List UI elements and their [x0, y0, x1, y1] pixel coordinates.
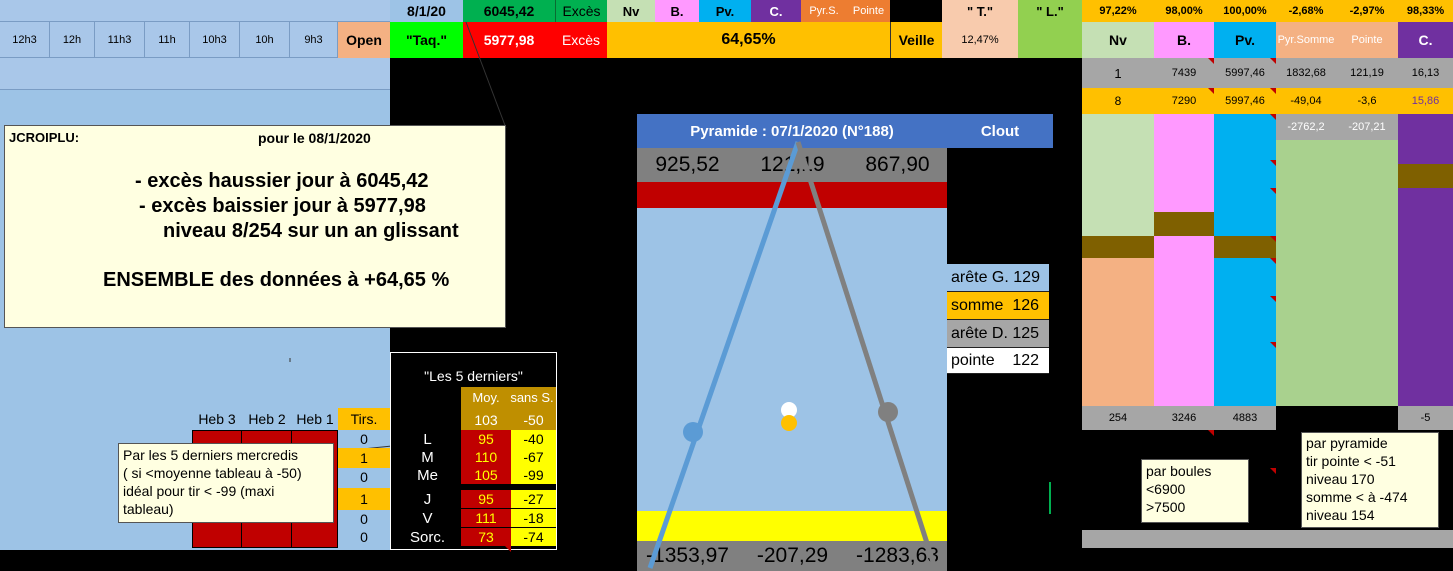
last5-day-label: J: [423, 490, 432, 508]
tirs-value[interactable]: 0: [338, 468, 390, 486]
last5-sans-value[interactable]: -67: [511, 448, 556, 466]
comment-indicator: [1270, 188, 1276, 194]
comment-main-date: pour le 08/1/2020: [258, 130, 371, 146]
last5-sans-value[interactable]: -27: [511, 490, 556, 508]
last5-sans-value[interactable]: -18: [511, 509, 556, 527]
comment-indicator: [1270, 58, 1276, 64]
last5-day-label: Me: [417, 466, 438, 484]
left-edge-ball: [683, 422, 703, 442]
legend-arete-d-label: arête D.: [951, 324, 1008, 342]
last5-title: "Les 5 derniers": [424, 368, 523, 384]
comment-indicator: [1270, 88, 1276, 94]
comment-indicator: [505, 490, 511, 496]
comment-indicator: [1270, 296, 1276, 302]
comment-pyramide-line2: tir pointe < -51: [1306, 453, 1396, 469]
comment-indicator: [1270, 114, 1276, 120]
comment-main-line3: niveau 8/254 sur un an glissant: [163, 220, 459, 242]
comment-arrow-line: [465, 21, 507, 129]
tirs-value[interactable]: 1: [338, 488, 390, 510]
comment-indicator: [1270, 258, 1276, 264]
comment-indicator: [1270, 342, 1276, 348]
legend-arete-d: arête D. 125: [947, 320, 1049, 348]
legend-pointe-value: 122: [1012, 351, 1040, 369]
legend-somme-label: somme: [951, 296, 1004, 314]
last5-sans-value[interactable]: -40: [511, 430, 556, 448]
legend-arete-d-value: 125: [1012, 324, 1040, 342]
comment-indicator: [1270, 236, 1276, 242]
comment-indicator: [1270, 160, 1276, 166]
comment-indicator: [1270, 468, 1276, 474]
comment-indicator: [505, 448, 511, 454]
comment-indicator: [1208, 58, 1214, 64]
comment-pyramide-line3: niveau 170: [1306, 471, 1375, 487]
comment-indicator: [1208, 430, 1214, 436]
comment-main-author: JCROIPLU:: [9, 130, 80, 145]
last5-header-sans: sans S.: [510, 390, 554, 405]
last5-sans-value[interactable]: -74: [511, 528, 556, 546]
comment-main-line2: - excès baissier jour à 5977,98: [139, 195, 426, 217]
last5-moy-value[interactable]: 110: [461, 448, 511, 466]
legend-pointe-label: pointe: [951, 351, 995, 369]
last5-moy-value[interactable]: 95: [461, 490, 511, 508]
legend-somme: somme 126: [947, 292, 1049, 320]
comment-main-line4: ENSEMBLE des données à +64,65 %: [103, 269, 450, 291]
comment-mercredis-line1: Par les 5 derniers mercredis: [123, 447, 299, 463]
legend-arete-g-label: arête G.: [951, 268, 1009, 286]
legend-arete-g: arête G. 129: [947, 264, 1049, 292]
pyramid-left-edge-line: [647, 141, 801, 569]
heb1-header[interactable]: Heb 1: [292, 408, 338, 430]
tirs-value[interactable]: 1: [338, 448, 390, 468]
comment-pyramide-line4: somme < à -474: [1306, 489, 1408, 505]
comment-boules-line3: >7500: [1146, 499, 1186, 515]
comment-main[interactable]: JCROIPLU: pour le 08/1/2020 - excès haus…: [4, 125, 506, 328]
right-edge-ball: [878, 402, 898, 422]
pyramid-right-edge-line: [795, 141, 938, 569]
comment-boules[interactable]: par boules <6900 >7500: [1141, 459, 1249, 523]
legend-somme-value: 126: [1012, 296, 1040, 314]
comment-indicator: [505, 430, 511, 436]
last5-moy-value[interactable]: 73: [461, 528, 511, 546]
somme-ball: [781, 415, 797, 431]
tirs-header[interactable]: Tirs.: [338, 408, 390, 430]
comment-mercredis-line2: ( si <moyenne tableau à -50): [123, 465, 302, 481]
comment-mercredis-line3: idéal pour tir < -99 (maxi: [123, 483, 275, 499]
last5-avg-sans[interactable]: -50: [511, 409, 556, 430]
last5-day-label: V: [422, 509, 433, 527]
heb3-header[interactable]: Heb 3: [192, 408, 242, 430]
comment-pyramide-line1: par pyramide: [1306, 435, 1388, 451]
legend-pointe: pointe 122: [947, 348, 1049, 374]
last5-sans-value[interactable]: -99: [511, 466, 556, 484]
last5-day-label: Sorc.: [409, 528, 445, 546]
tirs-value[interactable]: 0: [338, 510, 390, 528]
comment-mercredis[interactable]: Par les 5 derniers mercredis ( si <moyen…: [118, 443, 334, 523]
comment-indicator: [1208, 88, 1214, 94]
tirs-value[interactable]: 0: [338, 430, 390, 448]
comment-pyramide[interactable]: par pyramide tir pointe < -51 niveau 170…: [1301, 432, 1439, 528]
last5-avg-moy[interactable]: 103: [461, 409, 511, 430]
last5-day-label: M: [421, 448, 434, 466]
comment-boules-line1: par boules: [1146, 463, 1212, 479]
legend-arete-g-value: 129: [1013, 268, 1040, 286]
last5-moy-value[interactable]: 95: [461, 430, 511, 448]
comment-main-line1: - excès haussier jour à 6045,42: [135, 170, 429, 192]
last5-header-moy: Moy.: [472, 390, 500, 405]
comment-boules-line2: <6900: [1146, 481, 1186, 497]
last5-moy-value[interactable]: 111: [461, 509, 511, 527]
heb2-header[interactable]: Heb 2: [242, 408, 292, 430]
comment-pyramide-line5: niveau 154: [1306, 507, 1375, 523]
comment-indicator: [505, 546, 511, 552]
tirs-value[interactable]: 0: [338, 528, 390, 546]
last5-moy-value[interactable]: 105: [461, 466, 511, 484]
comment-mercredis-line4: tableau): [123, 501, 174, 517]
last5-day-label: L: [423, 430, 432, 448]
